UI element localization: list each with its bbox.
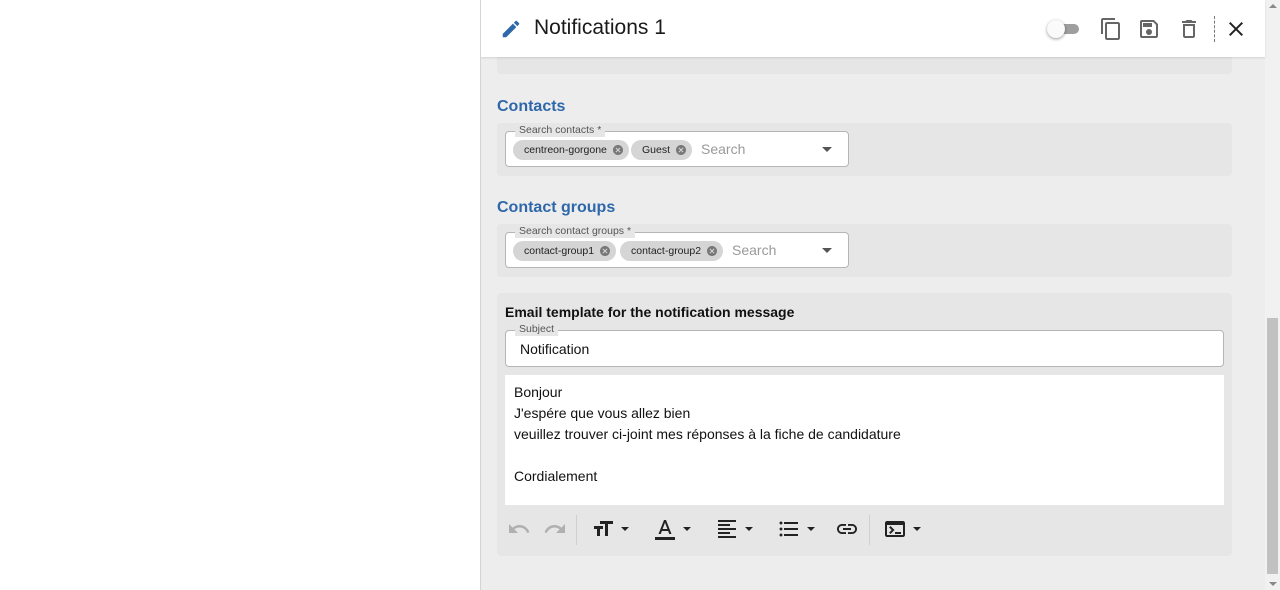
- chevron-down-icon: [621, 527, 629, 531]
- contacts-section-title: Contacts: [497, 98, 566, 115]
- contact-chip[interactable]: centreon-gorgone: [513, 140, 629, 160]
- scroll-up-arrow-icon[interactable]: [1269, 4, 1277, 8]
- search-contact-groups-label: Search contact groups *: [515, 224, 636, 238]
- panel-header: Notifications 1: [481, 0, 1265, 57]
- chevron-down-icon: [745, 527, 753, 531]
- chevron-down-icon[interactable]: [822, 248, 832, 253]
- contact-chip[interactable]: Guest: [631, 140, 693, 160]
- text-color-icon: [655, 520, 675, 540]
- search-contact-groups-field[interactable]: Search contact groups * contact-group1 c…: [505, 224, 849, 268]
- subject-field[interactable]: Subject Notification: [505, 322, 1224, 367]
- scrollbar-thumb[interactable]: [1267, 318, 1278, 574]
- chip-label: contact-group1: [524, 245, 595, 257]
- redo-icon[interactable]: [543, 516, 567, 542]
- text-color-button[interactable]: [653, 516, 691, 542]
- save-icon[interactable]: [1137, 17, 1161, 41]
- contact-groups-section-title: Contact groups: [497, 199, 616, 216]
- list-button[interactable]: [777, 516, 815, 542]
- toggle-thumb: [1047, 20, 1065, 38]
- chevron-down-icon: [913, 527, 921, 531]
- search-contacts-field[interactable]: Search contacts * centreon-gorgone Guest…: [505, 123, 849, 167]
- toolbar-separator: [576, 515, 577, 545]
- chip-remove-icon[interactable]: [706, 245, 718, 257]
- chevron-down-icon[interactable]: [822, 147, 832, 152]
- chip-label: Guest: [642, 144, 671, 156]
- pencil-icon: [502, 20, 520, 38]
- chip-remove-icon[interactable]: [612, 144, 624, 156]
- close-icon[interactable]: [1224, 17, 1248, 41]
- contact-groups-card: Search contact groups * contact-group1 c…: [497, 224, 1232, 277]
- panel-scrollbar[interactable]: [1265, 0, 1280, 590]
- contact-group-chip[interactable]: contact-group1: [513, 241, 617, 261]
- email-body-line: Bonjour: [514, 384, 563, 400]
- font-size-button[interactable]: [591, 516, 629, 542]
- align-left-icon: [718, 520, 736, 538]
- search-contacts-label: Search contacts *: [515, 123, 606, 137]
- chip-remove-icon[interactable]: [599, 245, 611, 257]
- editor-toolbar: [505, 509, 1224, 549]
- email-body-line: veuillez trouver ci-joint mes réponses à…: [514, 426, 901, 442]
- text-size-icon: [594, 521, 613, 536]
- bulleted-list-icon: [779, 521, 798, 537]
- header-divider: [1214, 16, 1215, 42]
- undo-icon[interactable]: [507, 516, 531, 542]
- search-contact-groups-placeholder[interactable]: Search: [732, 242, 776, 258]
- chip-remove-icon[interactable]: [675, 144, 687, 156]
- email-body-line: J'espére que vous allez bien: [514, 405, 691, 421]
- email-body-line: [514, 445, 1215, 466]
- align-button[interactable]: [715, 516, 753, 542]
- delete-icon[interactable]: [1177, 17, 1201, 41]
- subject-label: Subject: [515, 322, 559, 336]
- email-template-title: Email template for the notification mess…: [505, 304, 795, 320]
- link-icon[interactable]: [835, 516, 859, 542]
- chevron-down-icon: [683, 527, 691, 531]
- chip-label: contact-group2: [631, 245, 702, 257]
- scroll-down-arrow-icon[interactable]: [1269, 582, 1277, 586]
- terminal-icon: [885, 521, 905, 537]
- email-body-line: Cordialement: [514, 468, 598, 484]
- macros-button[interactable]: [883, 516, 921, 542]
- contact-group-chip[interactable]: contact-group2: [620, 241, 724, 261]
- search-contacts-placeholder[interactable]: Search: [701, 141, 745, 157]
- copy-icon[interactable]: [1099, 17, 1123, 41]
- contacts-card: Search contacts * centreon-gorgone Guest…: [497, 123, 1232, 176]
- toolbar-separator: [869, 515, 870, 545]
- activation-toggle[interactable]: [1047, 20, 1081, 38]
- email-template-card: Email template for the notification mess…: [497, 293, 1232, 556]
- subject-value[interactable]: Notification: [520, 341, 589, 357]
- page-title: Notifications 1: [534, 16, 666, 39]
- notification-edit-panel: Notifications 1 Contacts Search contacts…: [480, 0, 1280, 590]
- chip-label: centreon-gorgone: [524, 144, 607, 156]
- chevron-down-icon: [807, 527, 815, 531]
- email-body-editor[interactable]: Bonjour J'espére que vous allez bien veu…: [505, 375, 1224, 505]
